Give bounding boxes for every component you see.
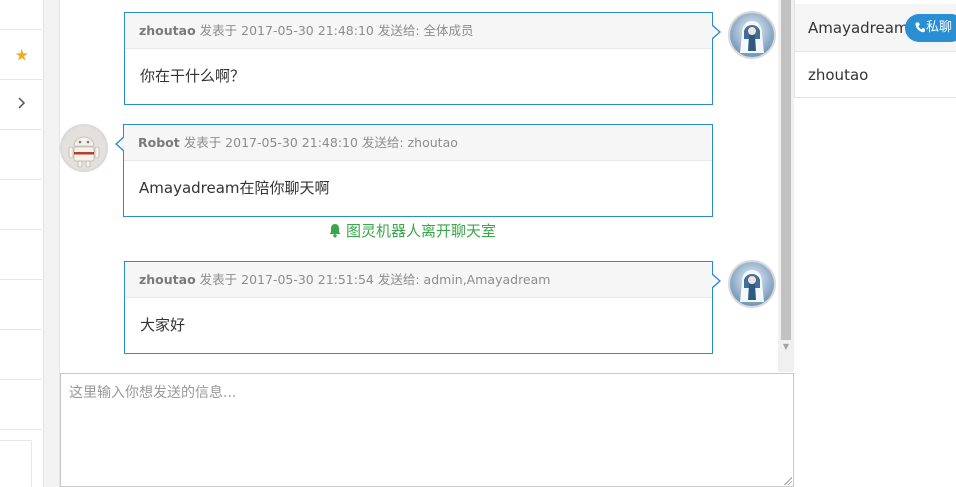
anime-avatar-icon[interactable] <box>728 260 776 308</box>
message-sender[interactable]: zhoutao <box>139 23 196 38</box>
sidebar-panel <box>0 440 32 487</box>
message-text: Amayadream在陪你聊天啊 <box>139 179 330 197</box>
sidebar-row-favorite[interactable]: ★ <box>0 30 42 80</box>
system-notice-text: 图灵机器人离开聊天室 <box>346 222 497 240</box>
user-name: Amayadream <box>808 18 909 37</box>
anime-avatar-icon[interactable] <box>728 11 776 59</box>
chevron-right-icon <box>18 96 26 113</box>
left-sidebar: ★ <box>0 0 44 487</box>
user-name: zhoutao <box>808 65 869 84</box>
bell-icon <box>329 224 341 238</box>
sidebar-row <box>0 0 42 30</box>
chat-message-list: zhoutao 发表于 2017-05-30 21:48:10 发送给: 全体成… <box>60 0 778 372</box>
chat-message: zhoutao 发表于 2017-05-30 21:51:54 发送给: adm… <box>124 261 721 354</box>
message-meta: Robot 发表于 2017-05-30 21:48:10 发送给: zhout… <box>124 125 712 161</box>
sidebar-row[interactable] <box>0 280 42 330</box>
android-robot-icon[interactable] <box>60 124 108 172</box>
chat-message: zhoutao 发表于 2017-05-30 21:48:10 发送给: 全体成… <box>124 12 721 105</box>
chat-message: Robot 发表于 2017-05-30 21:48:10 发送给: zhout… <box>115 124 713 217</box>
message-recipient: 全体成员 <box>423 23 474 38</box>
phone-icon <box>915 22 925 33</box>
private-chat-button[interactable]: 私聊 <box>905 14 956 42</box>
online-user-list: Amayadream 私聊 zhoutao <box>794 0 956 98</box>
star-icon: ★ <box>14 45 29 64</box>
sidebar-row[interactable] <box>0 380 42 430</box>
message-text: 你在干什么啊？ <box>140 67 246 85</box>
sidebar-row-expand[interactable] <box>0 80 42 130</box>
message-sender[interactable]: zhoutao <box>139 272 196 287</box>
message-meta: zhoutao 发表于 2017-05-30 21:48:10 发送给: 全体成… <box>125 13 712 49</box>
message-text: 大家好 <box>140 316 186 334</box>
sidebar-row[interactable] <box>0 330 42 380</box>
message-sender[interactable]: Robot <box>138 135 180 150</box>
message-input[interactable] <box>60 373 794 487</box>
panel-gutter <box>44 0 60 487</box>
message-recipient: zhoutao <box>407 135 458 150</box>
sidebar-row[interactable] <box>0 230 42 280</box>
message-timestamp: 发表于 2017-05-30 21:51:54 发送给: <box>195 272 424 287</box>
resize-grip-icon[interactable] <box>784 477 792 485</box>
user-list-item[interactable]: zhoutao <box>795 52 956 98</box>
message-meta: zhoutao 发表于 2017-05-30 21:51:54 发送给: adm… <box>125 262 712 298</box>
system-notice: 图灵机器人离开聊天室 <box>328 220 496 242</box>
sidebar-row[interactable] <box>0 130 42 180</box>
sidebar-row[interactable] <box>0 180 42 230</box>
message-recipient: admin,Amayadream <box>423 272 551 287</box>
scrollbar-thumb[interactable] <box>781 0 791 340</box>
message-timestamp: 发表于 2017-05-30 21:48:10 发送给: <box>179 135 408 150</box>
message-timestamp: 发表于 2017-05-30 21:48:10 发送给: <box>195 23 424 38</box>
private-chat-label: 私聊 <box>926 20 953 35</box>
scroll-down-arrow-icon[interactable]: ▼ <box>778 340 794 354</box>
user-list-item[interactable]: Amayadream 私聊 <box>795 4 956 52</box>
chat-scrollbar[interactable]: ▼ <box>778 0 794 372</box>
